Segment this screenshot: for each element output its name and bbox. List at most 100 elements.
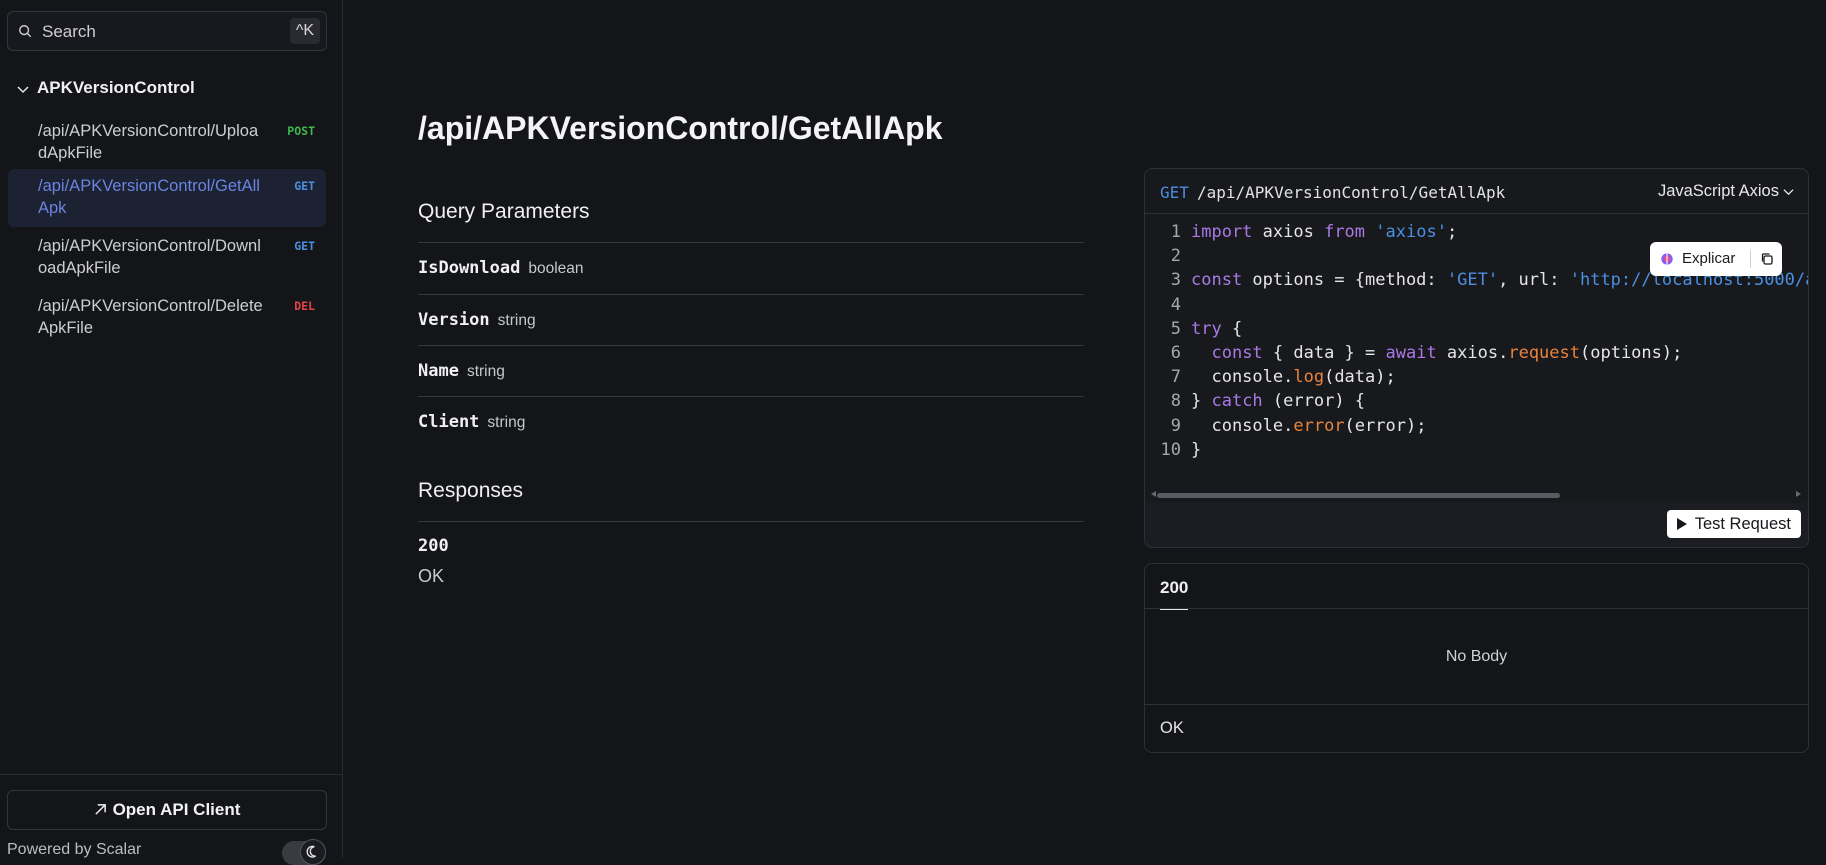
divider	[1145, 704, 1808, 705]
code-line: 4	[1145, 293, 1191, 317]
sidebar-item-path: /api/APKVersionControl/UploadApkFile	[38, 122, 259, 162]
line-number: 8	[1170, 391, 1181, 412]
code-token: , url:	[1498, 270, 1570, 291]
code-line: 1 import axios from 'axios';	[1145, 220, 1457, 244]
code-token: console.	[1191, 367, 1294, 388]
divider	[418, 294, 1084, 295]
response-code: 200	[418, 536, 449, 556]
sidebar-item-delete-apk-file[interactable]: /api/APKVersionControl/DeleteApkFile DEL	[8, 289, 326, 347]
tab-200[interactable]: 200	[1160, 578, 1189, 610]
search-shortcut: ^K	[289, 18, 320, 44]
dark-mode-toggle[interactable]	[282, 839, 326, 865]
divider	[418, 242, 1084, 243]
chevron-down-icon	[17, 85, 29, 93]
open-api-client-label: Open API Client	[112, 800, 241, 819]
code-token: 'GET'	[1446, 270, 1499, 291]
sidebar-footer: Open API Client Powered by Scalar	[0, 774, 342, 865]
method-badge: GET	[294, 239, 315, 253]
sidebar-group-apkversioncontrol[interactable]: APKVersionControl	[17, 78, 195, 98]
param-type: string	[466, 363, 505, 380]
divider	[418, 345, 1084, 346]
param-client: Client string	[418, 412, 525, 432]
external-arrow-icon	[94, 804, 106, 815]
method-badge: DEL	[294, 299, 315, 313]
open-api-client-button[interactable]: Open API Client	[7, 790, 327, 830]
param-name: Name	[418, 361, 459, 381]
divider	[418, 521, 1084, 522]
code-token: ;	[1446, 222, 1458, 242]
code-token: }	[1191, 439, 1202, 460]
powered-by-link[interactable]: Powered by Scalar	[7, 841, 141, 859]
code-line: 10}	[1145, 438, 1202, 462]
code-token: try	[1191, 318, 1222, 339]
sidebar-item-get-all-apk[interactable]: /api/APKVersionControl/GetAllApk GET	[8, 169, 326, 227]
code-token: const	[1191, 270, 1243, 291]
param-name: Version	[418, 310, 490, 330]
code-token: log	[1293, 367, 1325, 388]
param-name: Client	[418, 412, 480, 432]
code-line: 6 const { data } = await axios.request(o…	[1145, 341, 1683, 365]
brain-icon	[1661, 253, 1673, 265]
param-type: string	[497, 312, 536, 329]
line-number: 10	[1160, 439, 1181, 460]
response-status-text: OK	[1160, 719, 1184, 737]
toggle-knob	[300, 839, 326, 865]
sidebar-item-path: /api/APKVersionControl/DownloadApkFile	[38, 237, 261, 277]
explain-label: Explicar	[1682, 250, 1736, 267]
scrollbar-thumb[interactable]	[1157, 493, 1560, 498]
response-body-empty: No Body	[1445, 648, 1508, 665]
sidebar-item-download-apk-file[interactable]: /api/APKVersionControl/DownloadApkFile G…	[8, 229, 326, 287]
code-token: {	[1221, 318, 1243, 339]
sidebar: Search ^K APKVersionControl /api/APKVers…	[0, 0, 343, 865]
code-token: await	[1385, 343, 1437, 363]
test-request-button[interactable]: Test Request	[1666, 510, 1801, 538]
search-icon	[19, 25, 32, 38]
language-select[interactable]: JavaScript Axios	[1658, 182, 1794, 201]
line-number: 9	[1170, 415, 1181, 436]
sidebar-group-label: APKVersionControl	[37, 78, 195, 97]
param-isdownload: IsDownload boolean	[418, 258, 584, 278]
code-token: (error) {	[1262, 391, 1366, 412]
code-token: options = {method:	[1242, 270, 1447, 291]
code-line: 8} catch (error) {	[1145, 389, 1365, 413]
param-version: Version string	[418, 310, 536, 330]
param-type: boolean	[528, 260, 584, 277]
line-number: 1	[1170, 222, 1181, 242]
response-card: 200 No Body OK	[1144, 563, 1809, 753]
code-token: axios	[1252, 222, 1325, 242]
divider	[1750, 250, 1751, 268]
code-token: console.	[1191, 415, 1294, 436]
code-line: 9 console.error(error);	[1145, 414, 1427, 438]
code-token: from	[1324, 222, 1366, 242]
code-sample-card: GET /api/APKVersionControl/GetAllApk Jav…	[1144, 168, 1809, 548]
sidebar-item-upload-apk-file[interactable]: /api/APKVersionControl/UploadApkFile POS…	[8, 114, 326, 172]
code-token: (options);	[1580, 343, 1683, 363]
code-token: catch	[1211, 391, 1263, 412]
code-token: (error);	[1344, 415, 1427, 436]
test-request-label: Test Request	[1694, 515, 1791, 533]
line-number: 7	[1170, 367, 1181, 388]
code-token: axios.	[1436, 343, 1509, 363]
copy-icon[interactable]	[1760, 252, 1774, 266]
divider	[418, 396, 1084, 397]
code-token: { data } =	[1262, 343, 1386, 363]
code-card-footer: Test Request	[1145, 503, 1808, 547]
explain-button[interactable]: Explicar	[1650, 242, 1782, 276]
param-name-field: Name string	[418, 361, 505, 381]
code-token: request	[1508, 343, 1580, 363]
sidebar-item-path: /api/APKVersionControl/GetAllApk	[38, 177, 260, 217]
code-line: 2	[1145, 244, 1191, 268]
sidebar-item-path: /api/APKVersionControl/DeleteApkFile	[38, 297, 263, 337]
code-token: (data);	[1324, 367, 1396, 388]
param-type: string	[487, 414, 526, 431]
code-line: 7 console.log(data);	[1145, 365, 1396, 389]
query-parameters-heading: Query Parameters	[418, 200, 590, 223]
code-token: }	[1191, 391, 1212, 412]
code-token: error	[1293, 415, 1345, 436]
responses-heading: Responses	[418, 479, 524, 502]
line-number: 4	[1170, 294, 1181, 315]
search-input[interactable]: Search ^K	[7, 11, 327, 51]
play-icon	[1676, 518, 1687, 530]
chevron-down-icon	[1783, 189, 1794, 196]
code-token: import	[1191, 222, 1253, 242]
